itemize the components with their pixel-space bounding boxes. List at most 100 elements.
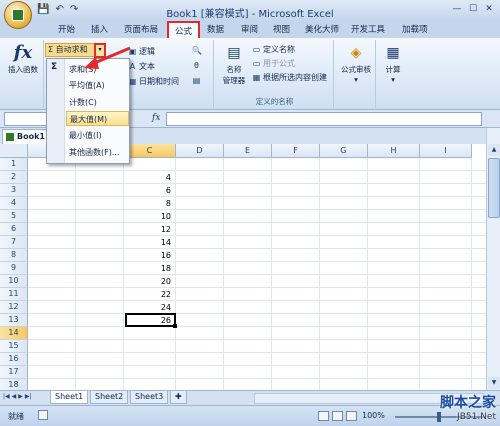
math-button[interactable]: θ <box>192 61 201 70</box>
scroll-down-icon[interactable]: ▼ <box>488 377 500 389</box>
tab-addins[interactable]: 加载项 <box>402 23 428 35</box>
row-header-11[interactable]: 11 <box>0 288 28 301</box>
sheet-tab-3[interactable]: Sheet3 <box>130 391 169 404</box>
datetime-button[interactable]: ▦ 日期和时间 <box>128 76 179 87</box>
first-sheet-icon[interactable]: |◀ <box>3 393 10 400</box>
search-icon: 🔍 <box>192 46 202 55</box>
cell-c9[interactable]: 18 <box>124 262 174 275</box>
scroll-thumb[interactable] <box>488 158 500 218</box>
column-header-d[interactable]: D <box>176 144 224 158</box>
tab-review[interactable]: 审阅 <box>241 23 258 35</box>
row-header-8[interactable]: 8 <box>0 249 28 262</box>
menu-item-min[interactable]: 最小值(I) <box>66 128 129 143</box>
column-header-f[interactable]: F <box>272 144 320 158</box>
row-header-14[interactable]: 14 <box>0 327 28 340</box>
row-header-4[interactable]: 4 <box>0 197 28 210</box>
tab-home[interactable]: 开始 <box>58 23 75 35</box>
fx-icon[interactable]: fx <box>152 113 160 123</box>
tab-beautify[interactable]: 美化大师 <box>305 23 339 35</box>
row-header-13[interactable]: 13 <box>0 314 28 327</box>
tab-developer[interactable]: 开发工具 <box>351 23 385 35</box>
last-sheet-icon[interactable]: ▶| <box>25 393 32 400</box>
menu-item-count[interactable]: 计数(C) <box>66 95 129 110</box>
name-box[interactable] <box>4 112 48 126</box>
row-header-9[interactable]: 9 <box>0 262 28 275</box>
row-header-16[interactable]: 16 <box>0 353 28 366</box>
logical-button[interactable]: ▣ 逻辑 <box>128 46 155 57</box>
active-cell[interactable] <box>125 313 177 328</box>
name-manager-button[interactable]: ▤ 名称 管理器 <box>218 42 250 86</box>
group-insert-function: fx 插入函数 <box>2 40 44 108</box>
ribbon-tabs: 开始 插入 页面布局 公式 数据 审阅 视图 美化大师 开发工具 加载项 <box>0 21 500 39</box>
row-header-5[interactable]: 5 <box>0 210 28 223</box>
grid-line <box>28 326 486 327</box>
cell-c6[interactable]: 12 <box>124 223 174 236</box>
create-from-selection-button[interactable]: ▦ 根据所选内容创建 <box>252 72 327 83</box>
fx-icon: fx <box>13 42 33 63</box>
menu-item-sum[interactable]: 求和(S) <box>66 62 129 77</box>
row-header-12[interactable]: 12 <box>0 301 28 314</box>
cell-c11[interactable]: 22 <box>124 288 174 301</box>
column-header-g[interactable]: G <box>320 144 368 158</box>
macro-record-icon[interactable] <box>38 410 48 420</box>
define-name-button[interactable]: ▭ 定义名称 <box>252 44 295 55</box>
cell-c10[interactable]: 20 <box>124 275 174 288</box>
column-header-i[interactable]: I <box>420 144 472 158</box>
calculator-icon: ▦ <box>386 45 400 61</box>
spreadsheet-grid[interactable]: ABCDEFGHI1243648510612714816918102011221… <box>0 144 486 390</box>
row-header-6[interactable]: 6 <box>0 223 28 236</box>
grid-line <box>28 300 486 301</box>
column-header-e[interactable]: E <box>224 144 272 158</box>
zoom-level[interactable]: 100% <box>362 411 385 420</box>
prev-sheet-icon[interactable]: ◀ <box>12 393 17 400</box>
tab-view[interactable]: 视图 <box>273 23 290 35</box>
cell-c3[interactable]: 6 <box>124 184 174 197</box>
row-header-7[interactable]: 7 <box>0 236 28 249</box>
more-functions-button[interactable]: ▤ <box>192 76 201 85</box>
cell-c5[interactable]: 10 <box>124 210 174 223</box>
cell-c2[interactable]: 4 <box>124 171 174 184</box>
row-header-18[interactable]: 18 <box>0 379 28 390</box>
page-layout-view-icon[interactable] <box>332 411 343 421</box>
row-header-15[interactable]: 15 <box>0 340 28 353</box>
page-break-view-icon[interactable] <box>346 411 357 421</box>
tab-data[interactable]: 数据 <box>207 23 224 35</box>
text-button[interactable]: A 文本 <box>128 61 155 72</box>
row-header-2[interactable]: 2 <box>0 171 28 184</box>
grid-line <box>28 170 486 171</box>
calculate-button[interactable]: ▦ 计算 ▾ <box>378 42 408 84</box>
scroll-up-icon[interactable]: ▲ <box>488 144 500 156</box>
tab-formulas[interactable]: 公式 <box>167 21 201 39</box>
insert-function-button[interactable]: fx 插入函数 <box>6 42 40 75</box>
menu-item-average[interactable]: 平均值(A) <box>66 78 129 93</box>
menu-item-more-functions[interactable]: 其他函数(F)... <box>66 145 129 160</box>
cell-c7[interactable]: 14 <box>124 236 174 249</box>
tab-insert[interactable]: 插入 <box>91 23 108 35</box>
cell-c4[interactable]: 8 <box>124 197 174 210</box>
close-icon[interactable]: ✕ <box>482 2 496 16</box>
column-header-h[interactable]: H <box>368 144 420 158</box>
menu-item-max[interactable]: 最大值(M) <box>66 111 129 126</box>
maximize-icon[interactable]: ☐ <box>466 2 480 16</box>
row-header-1[interactable]: 1 <box>0 158 28 171</box>
use-in-formula-button[interactable]: ▭ 用于公式 <box>252 58 295 69</box>
sheet-tab-1[interactable]: Sheet1 <box>50 391 89 404</box>
row-header-3[interactable]: 3 <box>0 184 28 197</box>
normal-view-icon[interactable] <box>318 411 329 421</box>
new-sheet-icon[interactable]: ✚ <box>170 391 187 404</box>
vertical-scrollbar[interactable]: ▲ ▼ <box>486 128 500 390</box>
row-header-17[interactable]: 17 <box>0 366 28 379</box>
group-calculation: ▦ 计算 ▾ <box>378 40 408 108</box>
tab-page-layout[interactable]: 页面布局 <box>124 23 158 35</box>
column-header-c[interactable]: C <box>124 144 176 158</box>
minimize-icon[interactable]: — <box>450 2 464 16</box>
next-sheet-icon[interactable]: ▶ <box>18 393 23 400</box>
office-button[interactable] <box>4 1 32 29</box>
row-header-10[interactable]: 10 <box>0 275 28 288</box>
formula-audit-button[interactable]: ◈ 公式审核 ▾ <box>338 42 374 84</box>
sheet-tab-2[interactable]: Sheet2 <box>90 391 129 404</box>
lookup-button[interactable]: 🔍 <box>192 46 202 55</box>
cell-c8[interactable]: 16 <box>124 249 174 262</box>
select-all-corner[interactable] <box>0 144 28 158</box>
formula-input[interactable] <box>166 112 482 126</box>
